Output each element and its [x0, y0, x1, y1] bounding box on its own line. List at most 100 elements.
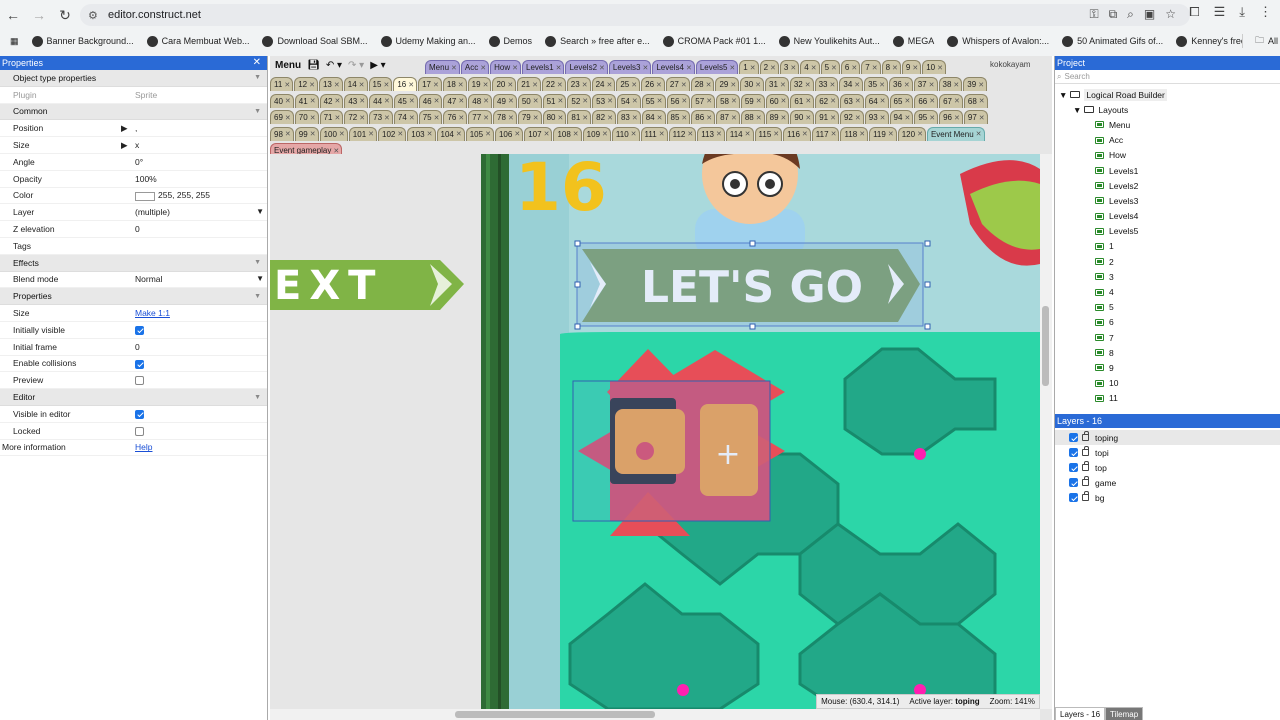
close-icon[interactable]: ✕ — [458, 114, 464, 122]
color-row[interactable]: Color 255, 255, 255 — [0, 188, 267, 205]
close-icon[interactable]: ✕ — [408, 81, 414, 89]
close-icon[interactable]: ✕ — [978, 81, 984, 89]
close-icon[interactable]: ✕ — [770, 64, 776, 72]
visible-in-editor-checkbox[interactable] — [135, 409, 144, 419]
close-icon[interactable]: ✕ — [880, 97, 886, 105]
expand-icon[interactable]: ▶ — [121, 123, 128, 134]
close-icon[interactable]: ✕ — [434, 97, 440, 105]
layout-tab[interactable]: 38 ✕ — [938, 77, 963, 92]
horizontal-scrollbar[interactable] — [270, 709, 1040, 720]
layout-tab[interactable]: 52 ✕ — [567, 93, 592, 108]
layout-tab[interactable]: 65 ✕ — [889, 93, 914, 108]
tab-tilemap[interactable]: Tilemap — [1105, 707, 1144, 720]
section-common[interactable]: Common ▼ — [0, 103, 267, 121]
close-icon[interactable]: ✕ — [483, 81, 489, 89]
tree-layout-item[interactable]: Levels4 — [1055, 209, 1280, 224]
layout-tab[interactable]: 5 ✕ — [820, 60, 840, 75]
close-icon[interactable]: ✕ — [253, 57, 261, 68]
layout-tab[interactable]: 29 ✕ — [715, 77, 740, 92]
layout-tab[interactable]: Levels1 ✕ — [522, 60, 565, 75]
tree-layout-item[interactable]: 10 — [1055, 376, 1280, 391]
bookmark-item[interactable]: Demos — [488, 35, 532, 47]
layout-tab[interactable]: 89 ✕ — [765, 110, 790, 125]
close-icon[interactable]: ✕ — [781, 97, 787, 105]
close-icon[interactable]: ✕ — [831, 64, 837, 72]
layout-tab[interactable]: 112 ✕ — [668, 126, 697, 141]
close-icon[interactable]: ✕ — [334, 81, 340, 89]
lock-icon[interactable] — [1082, 491, 1089, 501]
bookmark-item[interactable]: Udemy Making an... — [380, 35, 476, 47]
bookmark-item[interactable]: Whispers of Avalon:... — [947, 35, 1049, 47]
menu-icon[interactable]: ⋮ — [1259, 4, 1272, 20]
layout-tab[interactable]: 75 ✕ — [418, 110, 443, 125]
close-icon[interactable]: ✕ — [458, 97, 464, 105]
tree-layout-item[interactable]: Levels5 — [1055, 224, 1280, 239]
layout-tab[interactable]: 21 ✕ — [517, 77, 541, 92]
close-icon[interactable]: ✕ — [656, 81, 662, 89]
enable-collisions-checkbox[interactable] — [135, 359, 144, 369]
layout-tab[interactable]: 23 ✕ — [566, 77, 591, 92]
close-icon[interactable]: ✕ — [802, 130, 808, 138]
layout-tab[interactable]: 73 ✕ — [369, 110, 393, 125]
close-icon[interactable]: ✕ — [434, 114, 440, 122]
layout-tab[interactable]: 81 ✕ — [567, 110, 592, 125]
close-icon[interactable]: ✕ — [750, 64, 756, 72]
close-icon[interactable]: ✕ — [892, 64, 898, 72]
layouts-folder[interactable]: ▼ Layouts — [1055, 102, 1280, 117]
close-icon[interactable]: ✕ — [507, 81, 513, 89]
layer-row[interactable]: game — [1055, 475, 1280, 490]
layout-tab[interactable]: 104 ✕ — [436, 126, 465, 141]
layout-tab[interactable]: 85 ✕ — [666, 110, 691, 125]
layout-tab[interactable]: 51 ✕ — [542, 93, 567, 108]
chevron-down-icon[interactable]: ▼ — [256, 274, 264, 283]
layer-visible-checkbox[interactable] — [1069, 448, 1078, 457]
save-icon[interactable]: 💾︎ — [307, 60, 320, 71]
bookmark-item[interactable]: New Youlikehits Aut... — [778, 35, 880, 47]
tree-layout-item[interactable]: 6 — [1055, 315, 1280, 330]
layout-tab[interactable]: 60 ✕ — [765, 93, 790, 108]
layout-tab[interactable]: 64 ✕ — [864, 93, 889, 108]
layout-tab[interactable]: Event Menu ✕ — [926, 126, 985, 141]
initial-frame-row[interactable]: Initial frame 0 — [0, 339, 267, 356]
close-icon[interactable]: ✕ — [929, 114, 935, 122]
layout-tab[interactable]: 86 ✕ — [691, 110, 716, 125]
close-icon[interactable]: ✕ — [855, 97, 861, 105]
close-icon[interactable]: ✕ — [557, 81, 563, 89]
close-icon[interactable]: ✕ — [687, 130, 693, 138]
close-icon[interactable]: ✕ — [309, 81, 315, 89]
close-icon[interactable]: ✕ — [334, 114, 340, 122]
apps-icon[interactable]: ▦ — [10, 36, 19, 47]
layout-tab[interactable]: 78 ✕ — [493, 110, 517, 125]
layout-tab[interactable]: 50 ✕ — [517, 93, 542, 108]
initially-visible-checkbox[interactable] — [135, 325, 144, 335]
layout-tab[interactable]: Menu ✕ — [425, 60, 460, 75]
layout-tab[interactable]: 120 ✕ — [897, 126, 926, 141]
layout-tab[interactable]: 66 ✕ — [914, 93, 939, 108]
layout-tab[interactable]: 101 ✕ — [348, 126, 378, 141]
close-icon[interactable]: ✕ — [602, 130, 608, 138]
all-bookmarks[interactable]: All — [1268, 36, 1278, 46]
close-icon[interactable]: ✕ — [558, 114, 564, 122]
tree-layout-item[interactable]: 4 — [1055, 284, 1280, 299]
enable-collisions-row[interactable]: Enable collisions — [0, 356, 267, 373]
layout-tab[interactable]: 107 ✕ — [524, 126, 553, 141]
layer-row[interactable]: bg — [1055, 490, 1280, 505]
section-effects[interactable]: Effects ▼ — [0, 254, 267, 272]
layout-tab[interactable]: 91 ✕ — [815, 110, 839, 125]
lock-icon[interactable] — [1082, 446, 1089, 456]
close-icon[interactable]: ✕ — [681, 97, 687, 105]
layout-tab[interactable]: 93 ✕ — [864, 110, 889, 125]
close-icon[interactable]: ✕ — [631, 81, 637, 89]
close-icon[interactable]: ✕ — [310, 130, 316, 138]
tree-layout-item[interactable]: 3 — [1055, 269, 1280, 284]
close-icon[interactable]: ✕ — [937, 64, 943, 72]
extensions-icon[interactable]: ⧠ — [1189, 4, 1199, 20]
layout-tab[interactable]: 119 ✕ — [869, 126, 897, 141]
back-icon[interactable]: ← — [0, 2, 26, 28]
close-icon[interactable]: ✕ — [681, 81, 687, 89]
close-icon[interactable]: ✕ — [745, 130, 751, 138]
layout-tab[interactable]: 103 ✕ — [407, 126, 436, 141]
chevron-down-icon[interactable]: ▼ — [1059, 90, 1067, 100]
forward-icon[interactable]: → — [26, 2, 52, 28]
layout-tab[interactable]: 31 ✕ — [765, 77, 789, 92]
